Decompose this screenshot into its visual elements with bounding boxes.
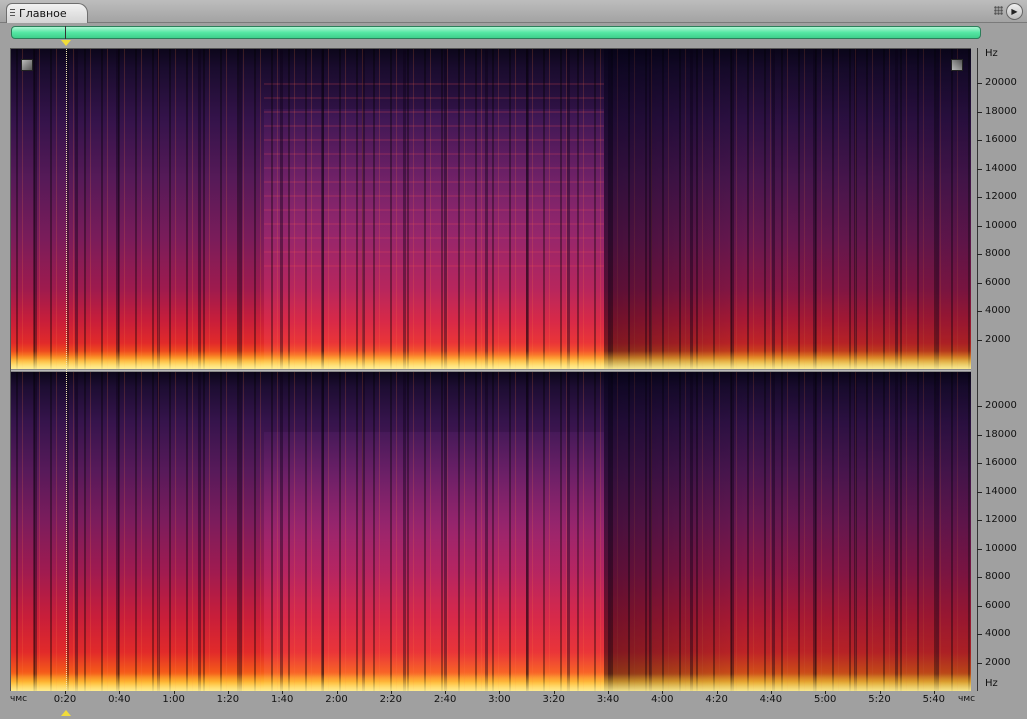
hz-label: 12000 (985, 191, 1017, 202)
hz-label: 4000 (985, 628, 1011, 639)
hz-tick (977, 434, 982, 436)
overview-position-marker (65, 26, 66, 39)
spectral-low-energy (11, 674, 971, 692)
panel-grip-icon[interactable] (994, 6, 1003, 15)
tab-main[interactable]: Главное (6, 3, 88, 23)
spectral-channel-bottom[interactable] (11, 372, 971, 692)
hz-tick (977, 197, 982, 198)
time-label: 1:20 (216, 694, 240, 705)
overview-bar[interactable] (11, 26, 981, 39)
hz-tick (977, 548, 982, 550)
hz-tick (977, 225, 982, 227)
time-label: 2:40 (433, 694, 457, 705)
hz-label: 14000 (985, 485, 1017, 497)
playhead-top-handle[interactable] (61, 40, 71, 46)
hz-label: 2000 (985, 656, 1011, 668)
playhead-line (66, 49, 67, 692)
time-ruler[interactable]: чмс чмс 0:20 0:40 1:00 1:20 1:40 2:00 2:20 2:40… (10, 691, 976, 709)
tab-label: Главное (19, 7, 67, 20)
hz-tick (977, 463, 982, 464)
spectral-region-quiet (604, 372, 971, 692)
panel-header: Главное ▶ (0, 0, 1027, 23)
spectral-display[interactable] (10, 48, 972, 693)
hz-label: 4000 (985, 305, 1011, 316)
time-label: 5:00 (813, 694, 837, 705)
time-label: 1:40 (270, 694, 294, 705)
time-label: 5:40 (922, 694, 946, 705)
time-unit-left: чмс (10, 694, 28, 704)
hz-label: 8000 (985, 248, 1011, 259)
zoom-corner-right-icon[interactable] (951, 59, 963, 71)
spectral-region-quiet (604, 49, 971, 369)
hz-label: 16000 (985, 457, 1017, 468)
time-label: 4:20 (705, 694, 728, 705)
hz-label: 6000 (985, 276, 1011, 288)
hz-tick (977, 339, 982, 341)
hz-tick (977, 83, 982, 84)
spectral-low-energy (11, 351, 971, 369)
hz-label: 10000 (985, 219, 1017, 231)
time-label: 0:40 (108, 694, 131, 705)
hz-unit-label: Hz (985, 48, 998, 59)
play-icon[interactable]: ▶ (1006, 3, 1023, 20)
hz-tick (977, 491, 982, 493)
hz-label: 10000 (985, 542, 1017, 554)
frequency-ruler-axis (977, 48, 978, 691)
time-label: 2:20 (379, 694, 403, 705)
hz-tick (977, 111, 982, 113)
time-label: 3:20 (542, 694, 565, 705)
tab-grip-icon[interactable] (10, 9, 15, 18)
hz-tick (977, 634, 982, 635)
hz-label: 16000 (985, 134, 1017, 145)
time-label: 0:20 (53, 694, 77, 705)
hz-label: 8000 (985, 571, 1011, 582)
zoom-corner-left-icon[interactable] (21, 59, 33, 71)
playhead-bottom-handle[interactable] (61, 710, 71, 716)
time-unit-right: чмс (958, 694, 976, 704)
time-label: 3:40 (596, 694, 620, 705)
hz-tick (977, 282, 982, 284)
hz-tick (977, 168, 982, 170)
time-label: 5:20 (868, 694, 891, 705)
hz-tick (977, 605, 982, 607)
hz-tick (977, 406, 982, 407)
time-label: 1:00 (162, 694, 185, 705)
hz-unit-label: Hz (985, 678, 998, 689)
hz-tick (977, 311, 982, 312)
hz-tick (977, 577, 982, 578)
hz-tick (977, 662, 982, 664)
hz-label: 6000 (985, 599, 1011, 611)
frequency-ruler[interactable]: 20000 18000 16000 14000 12000 10000 8000 6000 40… (971, 48, 1027, 691)
time-label: 3:00 (488, 694, 511, 705)
hz-tick (977, 520, 982, 521)
hz-label: 20000 (985, 400, 1017, 411)
hz-label: 18000 (985, 105, 1017, 117)
hz-label: 14000 (985, 162, 1017, 174)
time-label: 2:00 (325, 694, 348, 705)
spectral-channel-top[interactable] (11, 49, 971, 369)
hz-label: 12000 (985, 514, 1017, 525)
hz-tick (977, 254, 982, 255)
time-label: 4:40 (759, 694, 783, 705)
hz-tick (977, 140, 982, 141)
hz-label: 18000 (985, 428, 1017, 440)
hz-label: 2000 (985, 333, 1011, 345)
hz-label: 20000 (985, 77, 1017, 88)
time-label: 4:00 (651, 694, 674, 705)
